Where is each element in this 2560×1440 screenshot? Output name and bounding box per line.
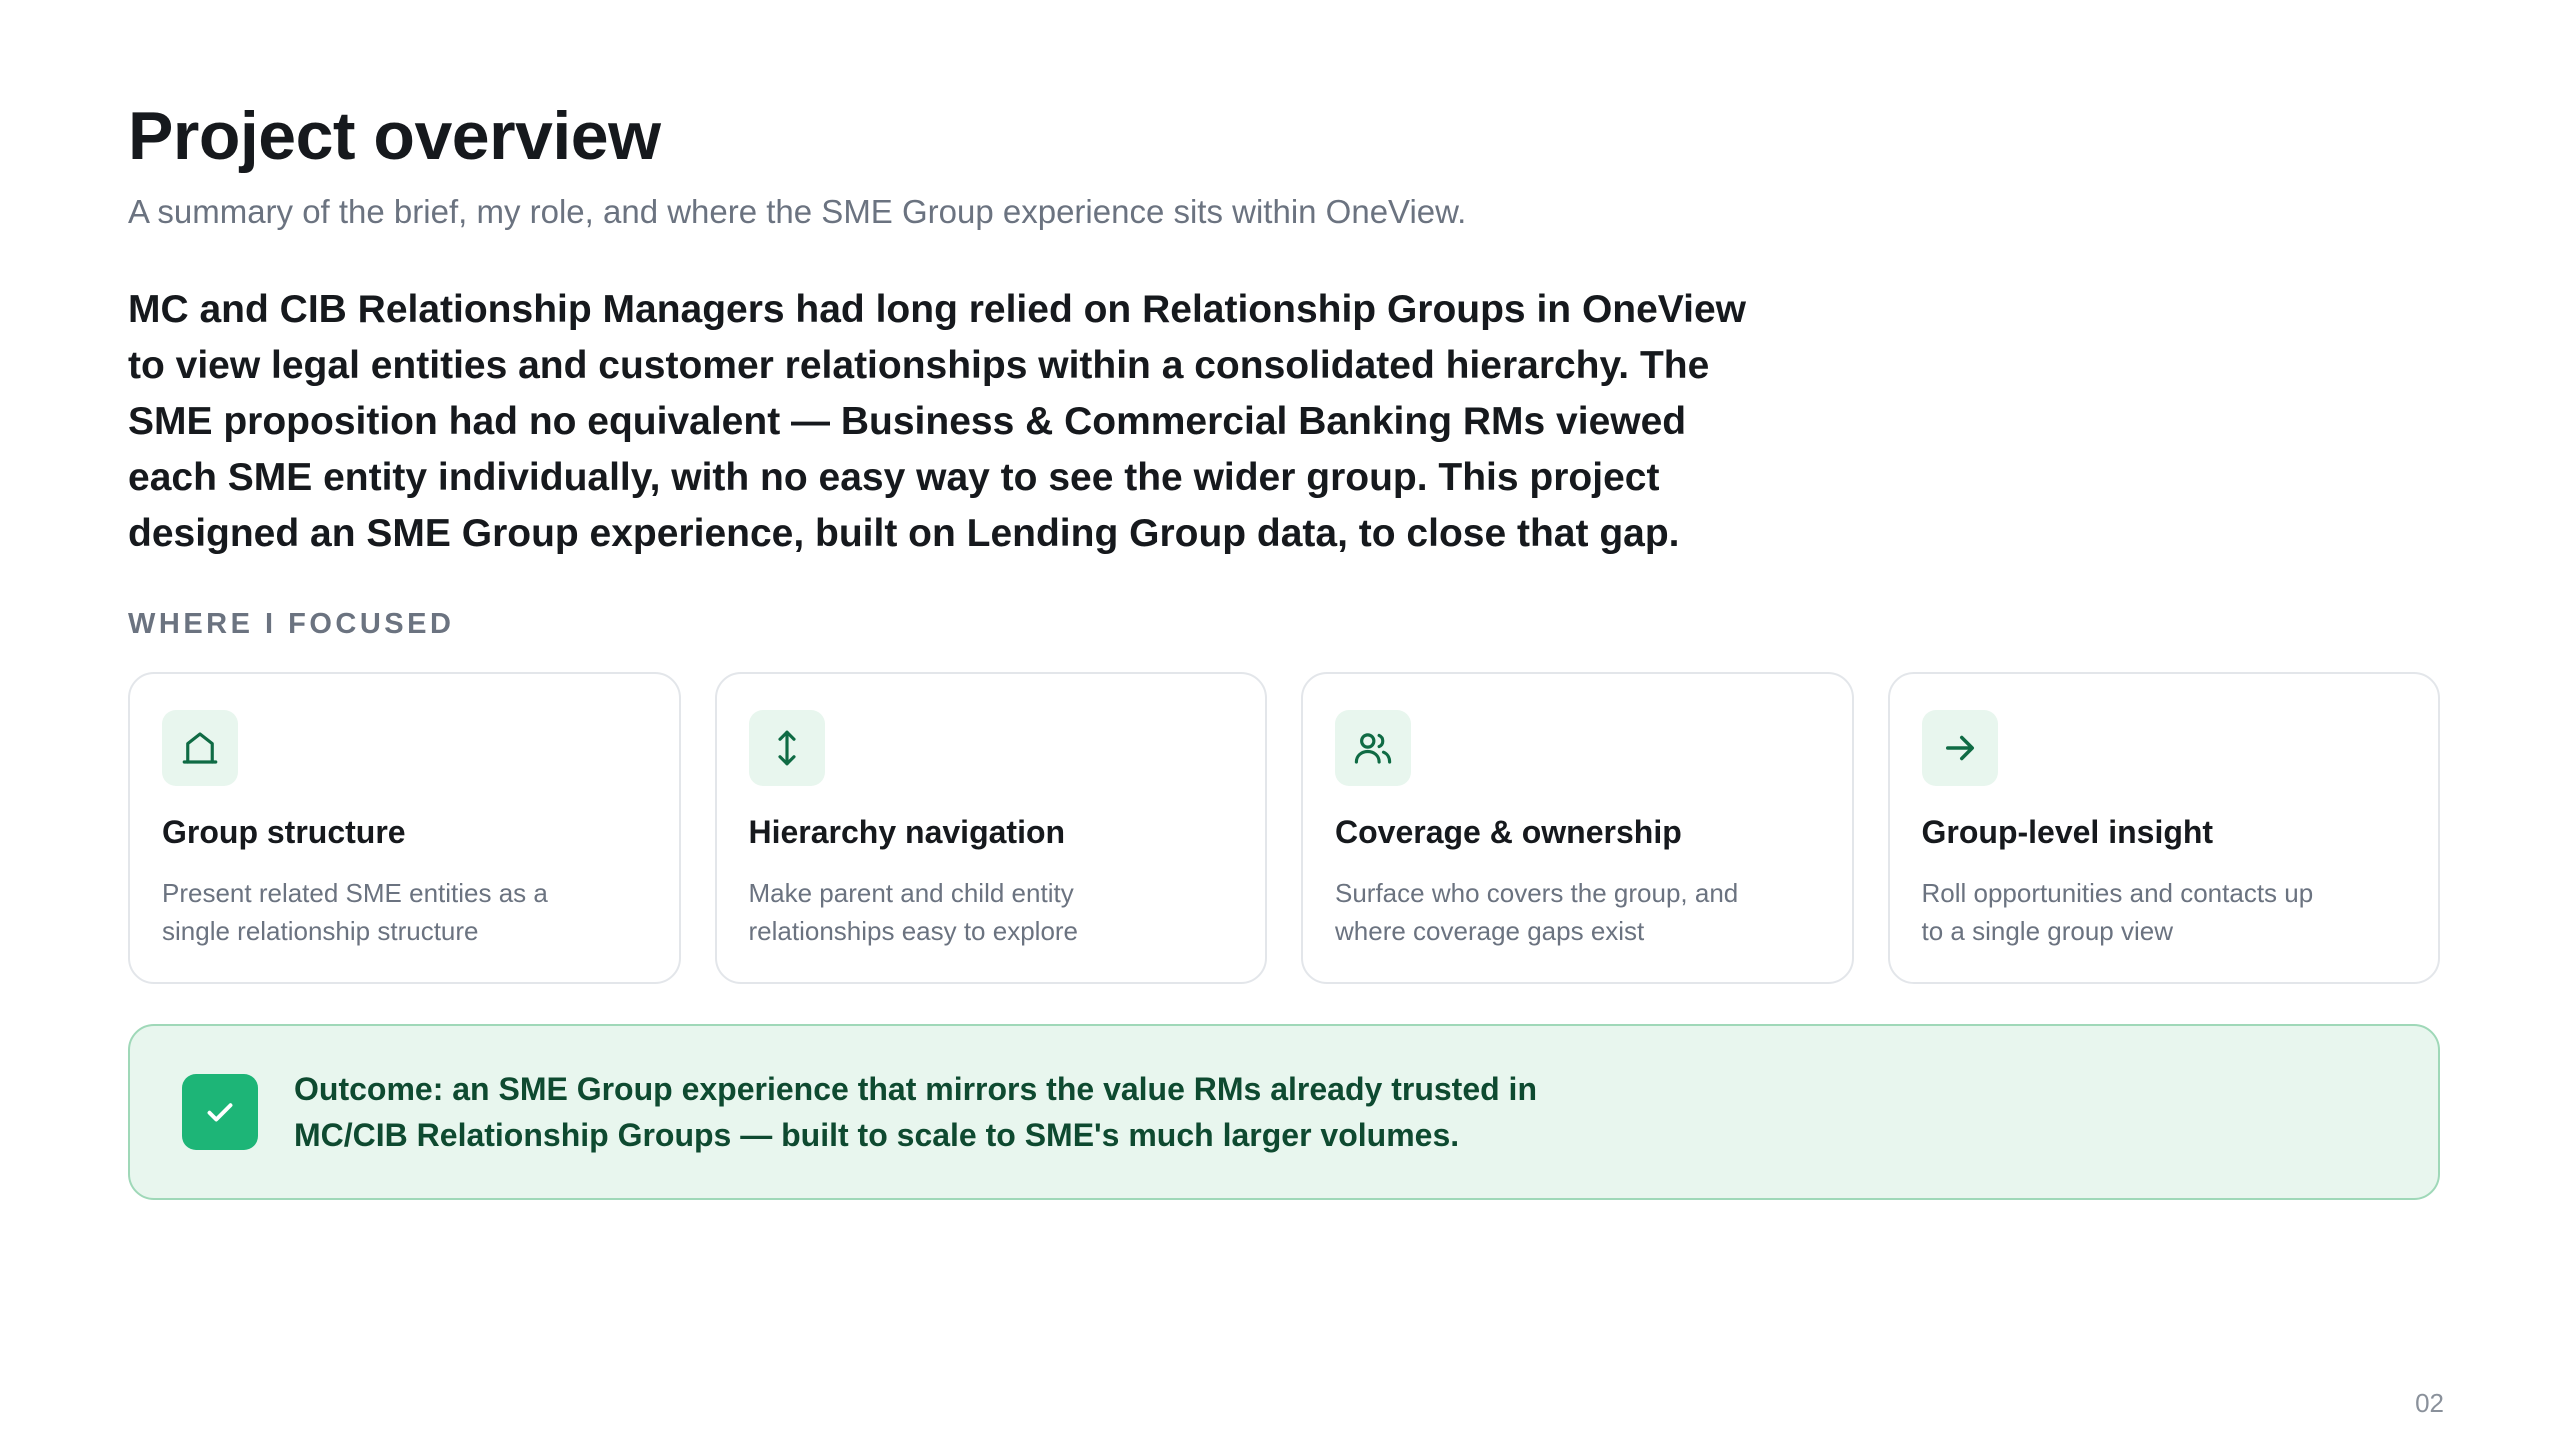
arrow-right-icon [1921, 710, 1998, 786]
page-title: Project overview [128, 98, 661, 174]
outcome-text: Outcome: an SME Group experience that mi… [294, 1071, 1537, 1153]
focus-card-coverage-ownership: Coverage & ownership Surface who covers … [1301, 672, 1854, 984]
focus-cards: Group structure Present related SME enti… [128, 672, 2440, 984]
card-description: Roll opportunities and contacts up to a … [1921, 878, 2314, 946]
building-icon [162, 710, 238, 786]
card-description: Surface who covers the group, and where … [1335, 878, 1739, 946]
slide: Project overview A summary of the brief,… [0, 0, 2560, 1440]
card-title: Hierarchy navigation [748, 814, 1066, 850]
lead-paragraph: MC and CIB Relationship Managers had lon… [128, 288, 1746, 555]
page-subtitle: A summary of the brief, my role, and whe… [128, 193, 1467, 230]
outcome-banner: Outcome: an SME Group experience that mi… [128, 1024, 2440, 1200]
users-icon [1335, 710, 1411, 786]
check-icon [182, 1074, 258, 1150]
card-description: Present related SME entities as a single… [162, 878, 548, 946]
arrows-up-down-icon [748, 710, 825, 786]
focus-card-group-level-insight: Group-level insight Roll opportunities a… [1887, 672, 2440, 984]
card-title: Group-level insight [1921, 814, 2214, 850]
focus-card-group-structure: Group structure Present related SME enti… [128, 672, 681, 984]
card-title: Coverage & ownership [1335, 814, 1682, 850]
card-description: Make parent and child entity relationshi… [748, 878, 1079, 946]
section-label: WHERE I FOCUSED [128, 608, 455, 640]
focus-card-hierarchy-navigation: Hierarchy navigation Make parent and chi… [714, 672, 1267, 984]
card-title: Group structure [162, 814, 406, 850]
page-number: 02 [2415, 1388, 2444, 1418]
